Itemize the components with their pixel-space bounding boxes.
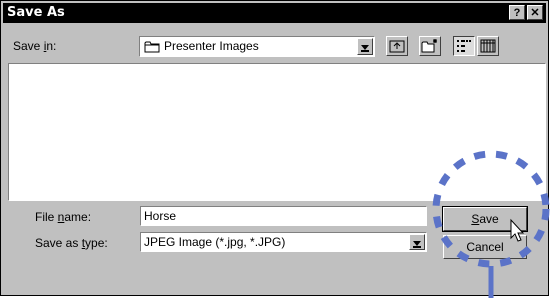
dashed-highlight-circle xyxy=(432,150,550,268)
highlight-annotation xyxy=(432,150,550,298)
cursor-icon xyxy=(510,218,525,242)
